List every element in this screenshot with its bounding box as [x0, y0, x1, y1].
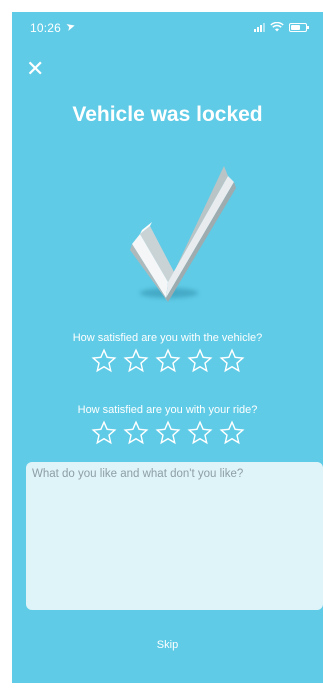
skip-button[interactable]: Skip — [12, 639, 323, 651]
vehicle-star-4[interactable] — [186, 348, 213, 374]
star-outline-icon — [90, 348, 117, 373]
ride-star-3[interactable] — [154, 420, 181, 446]
close-icon[interactable]: ✕ — [26, 58, 44, 80]
frame-border-top — [0, 0, 323, 12]
screen: 10:26 ➤ ✕ Vehicle was locked How satisfi… — [0, 0, 323, 691]
battery-level — [291, 24, 300, 30]
ride-rating-stars — [12, 420, 323, 446]
frame-border-bottom — [0, 683, 323, 691]
vehicle-star-3[interactable] — [154, 348, 181, 374]
star-outline-icon — [122, 420, 149, 445]
ride-star-5[interactable] — [218, 420, 245, 446]
star-outline-icon — [154, 348, 181, 373]
page-title: Vehicle was locked — [72, 103, 263, 126]
vehicle-rating-stars — [12, 348, 323, 374]
ride-rating-question: How satisfied are you with your ride? — [77, 404, 258, 416]
checkmark-icon — [130, 166, 236, 302]
vehicle-star-2[interactable] — [122, 348, 149, 374]
signal-icon — [254, 22, 265, 32]
star-outline-icon — [122, 348, 149, 373]
vehicle-rating-question: How satisfied are you with the vehicle? — [72, 332, 263, 344]
status-bar: 10:26 ➤ — [30, 19, 309, 37]
star-outline-icon — [218, 420, 245, 445]
star-outline-icon — [186, 348, 213, 373]
vehicle-star-5[interactable] — [218, 348, 245, 374]
feedback-textarea[interactable] — [26, 462, 323, 610]
ride-star-1[interactable] — [90, 420, 117, 446]
status-icons — [254, 22, 309, 32]
star-outline-icon — [90, 420, 117, 445]
wifi-icon — [270, 22, 284, 32]
ride-star-4[interactable] — [186, 420, 213, 446]
ride-star-2[interactable] — [122, 420, 149, 446]
star-outline-icon — [186, 420, 213, 445]
star-outline-icon — [218, 348, 245, 373]
battery-icon — [289, 22, 309, 32]
location-arrow-icon: ➤ — [64, 19, 77, 34]
vehicle-star-1[interactable] — [90, 348, 117, 374]
status-time: 10:26 — [30, 21, 62, 35]
frame-border-left — [0, 0, 12, 691]
star-outline-icon — [154, 420, 181, 445]
